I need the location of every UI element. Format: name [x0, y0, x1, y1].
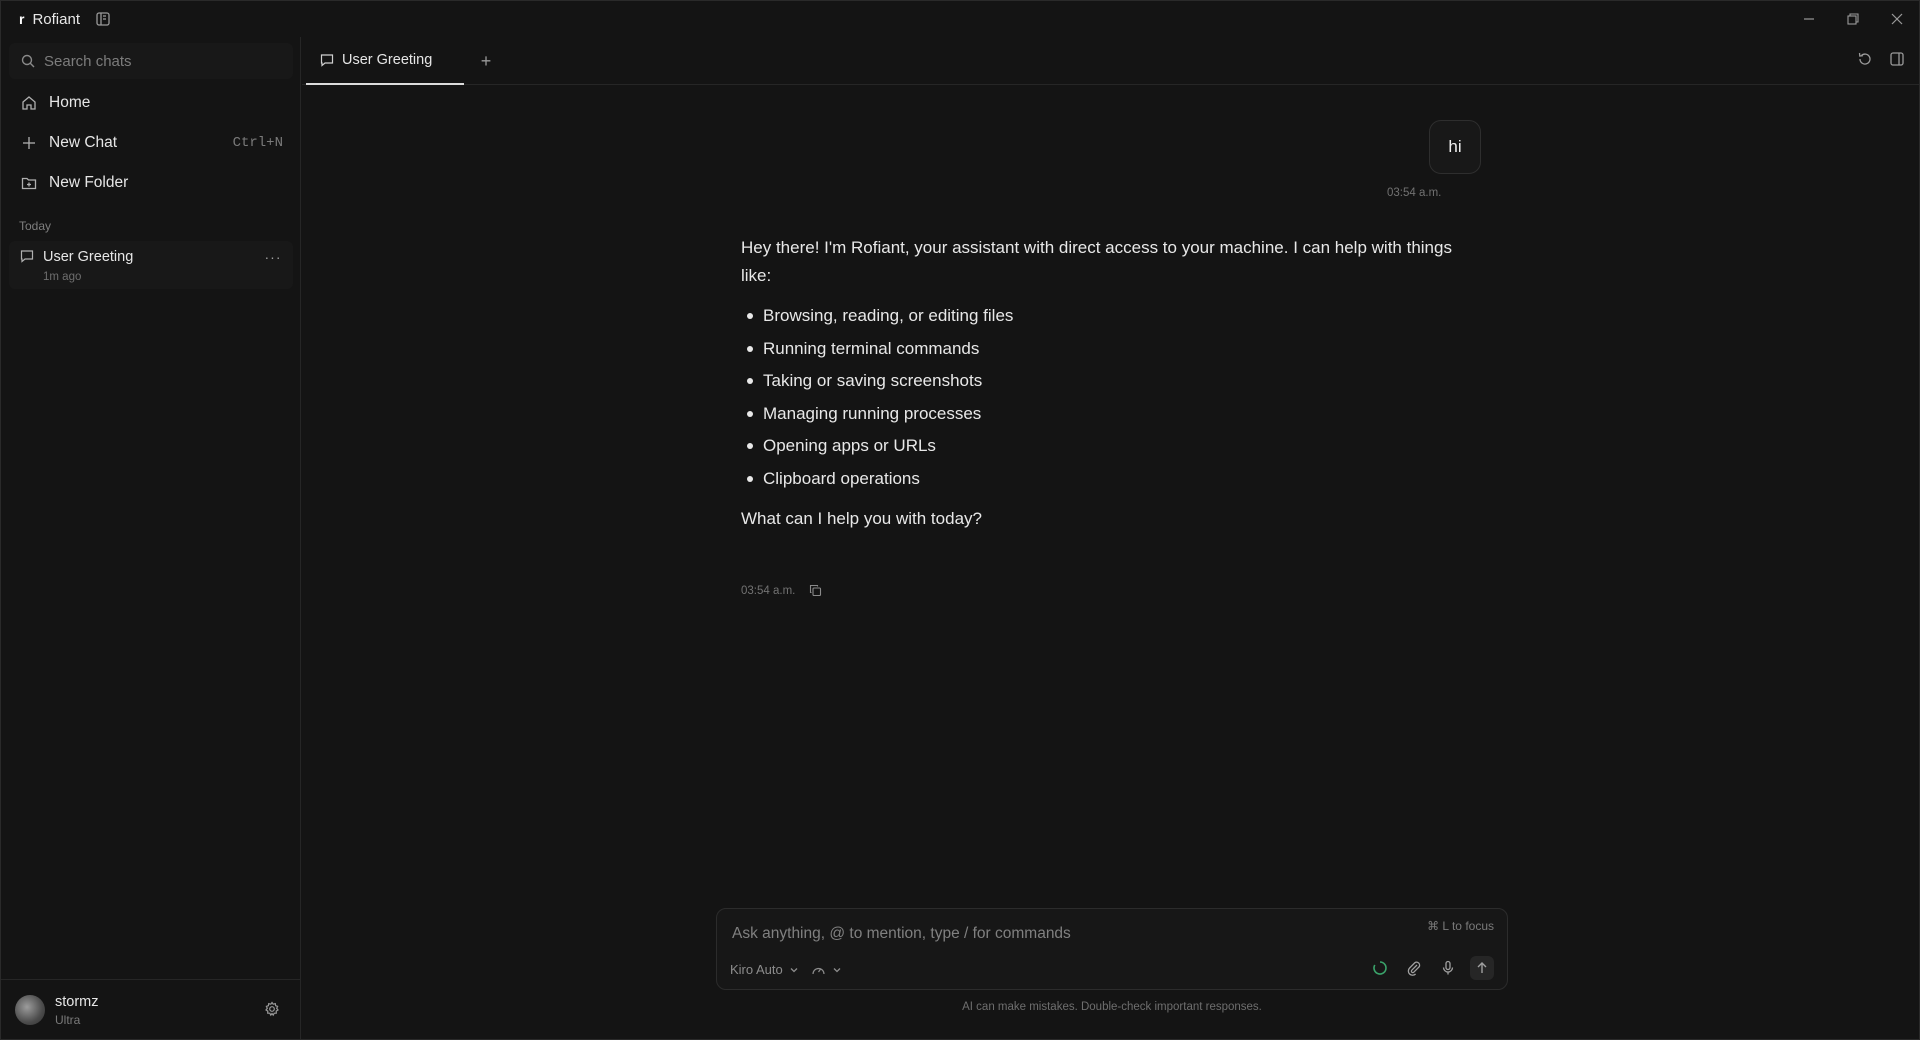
assistant-capabilities-list: Browsing, reading, or editing files Runn…: [741, 300, 1481, 495]
more-options-icon[interactable]: ···: [263, 247, 283, 267]
search-input[interactable]: [44, 52, 284, 70]
loading-spinner-icon: [1368, 956, 1392, 980]
refresh-icon[interactable]: [1857, 51, 1875, 69]
restore-icon: [1847, 13, 1859, 25]
app-title: Rofiant: [32, 10, 80, 28]
app-brand: r Rofiant: [1, 11, 80, 28]
model-selector[interactable]: Kiro Auto: [730, 962, 842, 977]
assistant-message-time: 03:54 a.m.: [741, 585, 796, 597]
user-name: stormz: [55, 994, 99, 1010]
sidebar-toggle-icon[interactable]: [96, 11, 112, 27]
chat-icon: [20, 249, 34, 268]
composer-actions: [1368, 956, 1494, 980]
close-button[interactable]: [1875, 1, 1919, 37]
chat-icon: [320, 54, 334, 67]
window-controls: [1787, 1, 1919, 37]
restore-button[interactable]: [1831, 1, 1875, 37]
chat-time: 1m ago: [43, 271, 82, 283]
sidebar: Home New Chat Ctrl+N New Folder Today Us…: [1, 37, 301, 1039]
assistant-outro: What can I help you with today?: [741, 509, 982, 528]
paperclip-icon: [1407, 961, 1421, 976]
user-message-text: hi: [1448, 137, 1462, 156]
search-box: [9, 43, 293, 79]
tab-user-greeting[interactable]: User Greeting: [306, 37, 464, 85]
assistant-message: Hey there! I'm Rofiant, your assistant w…: [741, 234, 1481, 533]
nav-new-chat-label: New Chat: [49, 134, 118, 151]
main-panel: User Greeting + hi 03:54 a.m. Hey there!…: [302, 37, 1919, 1039]
user-message-bubble: hi: [1429, 120, 1481, 174]
nav-home[interactable]: Home: [9, 85, 293, 121]
user-message-time: 03:54 a.m.: [1387, 187, 1442, 199]
nav-new-chat[interactable]: New Chat Ctrl+N: [9, 125, 293, 161]
attach-file-button[interactable]: [1402, 956, 1426, 980]
home-icon: [22, 96, 36, 110]
title-bar: r Rofiant: [1, 1, 1919, 37]
list-item: Taking or saving screenshots: [741, 365, 1481, 398]
list-item: Clipboard operations: [741, 463, 1481, 496]
panel-toggle-icon[interactable]: [1889, 51, 1907, 69]
user-panel[interactable]: stormz Ultra: [1, 979, 300, 1039]
avatar: [15, 995, 45, 1025]
model-name: Kiro Auto: [730, 962, 783, 977]
list-item: Opening apps or URLs: [741, 430, 1481, 463]
tab-bar-actions: [1857, 51, 1907, 69]
gear-icon[interactable]: [264, 1001, 282, 1019]
chat-list-item[interactable]: User Greeting 1m ago ···: [9, 241, 293, 289]
nav-home-label: Home: [49, 94, 91, 111]
list-item: Managing running processes: [741, 398, 1481, 431]
app-logo-icon: r: [19, 11, 25, 27]
gauge-icon[interactable]: [811, 963, 826, 977]
section-today-label: Today: [19, 219, 52, 233]
close-icon: [1891, 13, 1903, 25]
tab-label: User Greeting: [342, 52, 433, 68]
copy-icon[interactable]: [809, 584, 823, 598]
folder-plus-icon: [21, 177, 37, 190]
new-chat-shortcut: Ctrl+N: [232, 135, 283, 151]
list-item: Browsing, reading, or editing files: [741, 300, 1481, 333]
assistant-intro: Hey there! I'm Rofiant, your assistant w…: [741, 238, 1452, 285]
list-item: Running terminal commands: [741, 333, 1481, 366]
chat-composer: ⌘ L to focus Kiro Auto: [716, 908, 1508, 990]
disclaimer: AI can make mistakes. Double-check impor…: [962, 1001, 1262, 1013]
tab-bar: User Greeting +: [302, 37, 1919, 85]
nav-new-folder[interactable]: New Folder: [9, 165, 293, 201]
chat-title: User Greeting: [43, 249, 134, 265]
app-window: r Rofiant Home Ne: [0, 0, 1920, 1040]
search-icon: [21, 54, 35, 68]
message-input[interactable]: [732, 925, 1372, 943]
chevron-down-icon: [790, 967, 798, 972]
add-tab-button[interactable]: +: [476, 51, 496, 71]
microphone-icon: [1442, 960, 1454, 975]
focus-shortcut-hint: ⌘ L to focus: [1427, 919, 1494, 933]
minimize-icon: [1804, 18, 1814, 20]
voice-input-button[interactable]: [1436, 956, 1460, 980]
nav-new-folder-label: New Folder: [49, 174, 129, 191]
user-plan: Ultra: [55, 1013, 81, 1027]
send-button[interactable]: [1470, 956, 1494, 980]
plus-icon: [23, 137, 35, 149]
assistant-message-meta: 03:54 a.m.: [741, 584, 823, 598]
minimize-button[interactable]: [1787, 1, 1831, 37]
chevron-down-icon[interactable]: [832, 965, 842, 975]
arrow-up-icon: [1477, 962, 1487, 973]
